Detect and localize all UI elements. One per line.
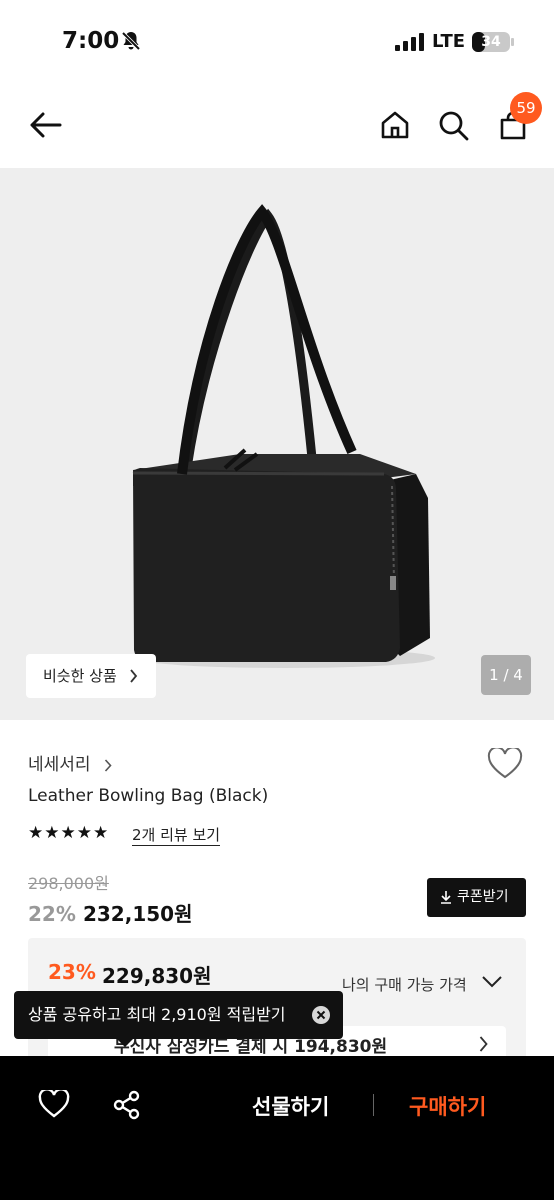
signal-icon bbox=[395, 33, 424, 51]
chevron-right-icon bbox=[104, 758, 112, 772]
sale-price: 232,150원 bbox=[82, 902, 193, 926]
battery-nub bbox=[511, 38, 514, 46]
divider bbox=[373, 1094, 374, 1116]
chevron-right-icon bbox=[479, 1036, 488, 1052]
home-icon[interactable] bbox=[380, 110, 410, 140]
chevron-right-icon bbox=[130, 669, 138, 683]
share-icon[interactable] bbox=[112, 1090, 142, 1120]
my-price-toggle[interactable]: 나의 구매 가능 가격 bbox=[342, 974, 467, 995]
discount-rate: 22% bbox=[28, 902, 76, 926]
toast-message: 상품 공유하고 최대 2,910원 적립받기 bbox=[28, 1005, 286, 1024]
brand-name: 네세서리 bbox=[28, 755, 91, 775]
close-circle-icon[interactable] bbox=[311, 1005, 331, 1025]
chevron-down-icon[interactable] bbox=[482, 976, 502, 988]
bell-muted-icon bbox=[121, 31, 141, 51]
image-page-indicator: 1 / 4 bbox=[481, 655, 531, 695]
bottom-action-bar: 선물하기 구매하기 bbox=[0, 1056, 554, 1200]
gift-button[interactable]: 선물하기 bbox=[252, 1091, 329, 1121]
heart-icon[interactable] bbox=[38, 1090, 70, 1118]
toast-pointer bbox=[116, 1038, 134, 1047]
bag-photo bbox=[132, 204, 435, 668]
original-price: 298,000원 bbox=[28, 874, 109, 893]
similar-products-label: 비슷한 상품 bbox=[43, 667, 117, 685]
battery-icon: 34 bbox=[472, 32, 510, 52]
heart-icon[interactable] bbox=[487, 748, 523, 780]
brand-link[interactable]: 네세서리 bbox=[28, 750, 112, 775]
similar-products-button[interactable]: 비슷한 상품 bbox=[26, 654, 156, 698]
cart-count-badge: 59 bbox=[510, 92, 542, 124]
star-rating: ★★★★★ bbox=[28, 823, 110, 843]
top-nav bbox=[0, 82, 554, 168]
sale-price-row: 22% 232,150원 bbox=[28, 898, 192, 927]
best-discount-rate: 23% bbox=[48, 960, 96, 984]
battery-level: 34 bbox=[481, 34, 501, 50]
status-bar: 7:00 LTE 34 bbox=[0, 0, 554, 82]
product-name: Leather Bowling Bag (Black) bbox=[28, 786, 269, 806]
network-label: LTE bbox=[432, 31, 466, 52]
arrow-left-icon[interactable] bbox=[28, 110, 62, 140]
review-link[interactable]: 2개 리뷰 보기 bbox=[132, 824, 221, 846]
search-icon[interactable] bbox=[438, 110, 470, 142]
status-time: 7:00 bbox=[62, 28, 120, 54]
share-reward-toast: 상품 공유하고 최대 2,910원 적립받기 bbox=[14, 991, 343, 1039]
product-image[interactable]: 비슷한 상품 1 / 4 bbox=[0, 168, 554, 720]
coupon-label: 쿠폰받기 bbox=[457, 889, 509, 905]
best-price: 229,830원 bbox=[102, 964, 212, 988]
download-icon bbox=[441, 891, 451, 904]
buy-button[interactable]: 구매하기 bbox=[409, 1091, 486, 1121]
coupon-button[interactable]: 쿠폰받기 bbox=[427, 878, 526, 917]
